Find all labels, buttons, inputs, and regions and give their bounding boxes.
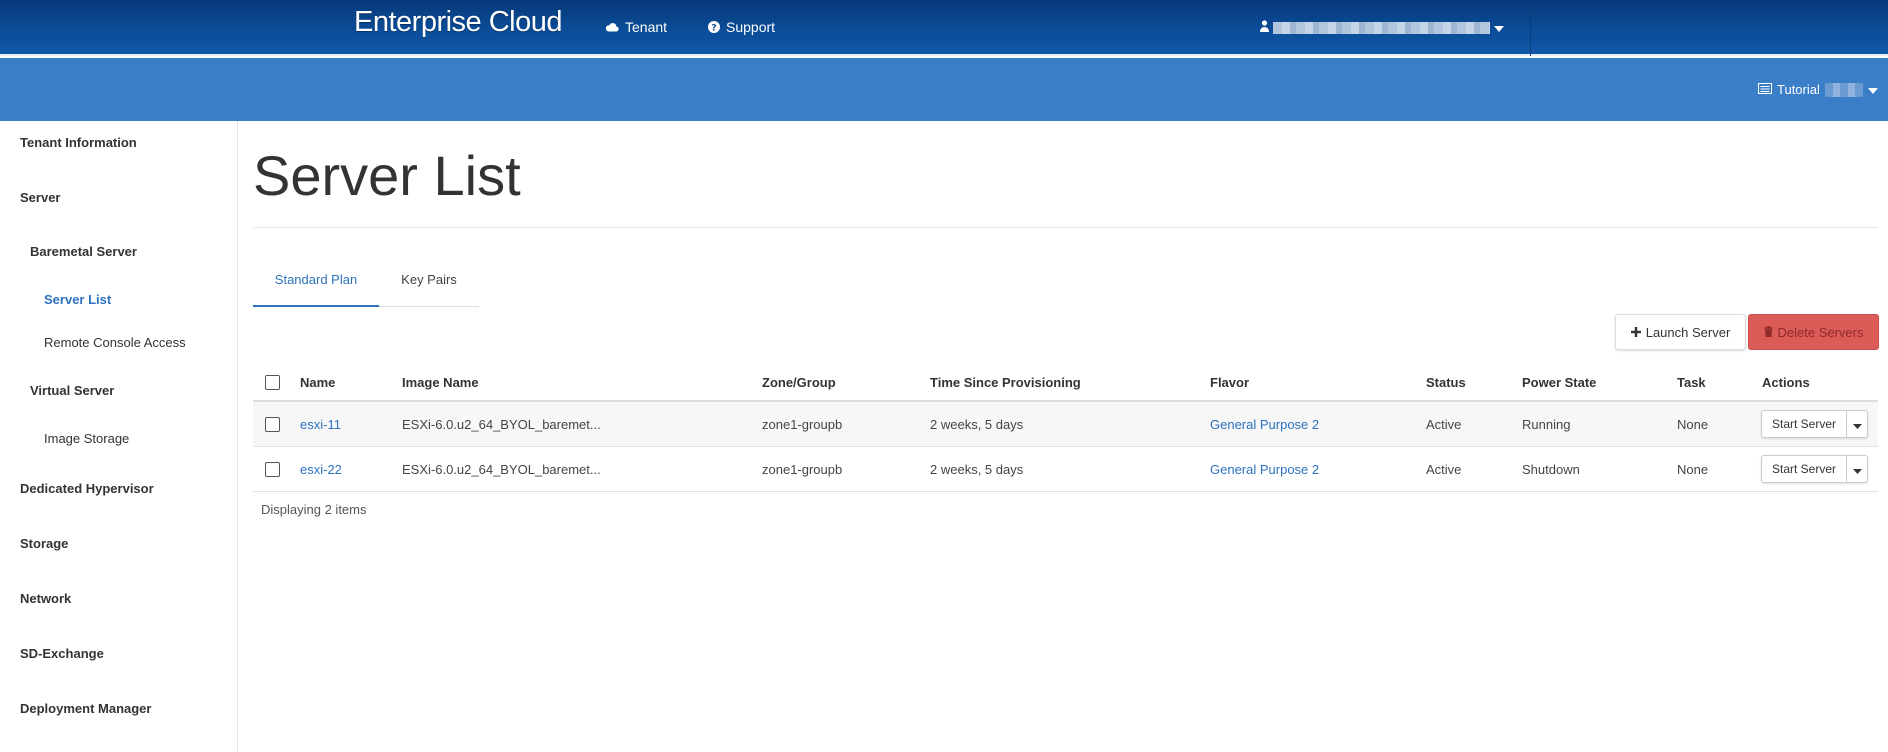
question-circle-icon: ? bbox=[708, 21, 720, 33]
zone-group-cell: zone1-groupb bbox=[762, 461, 843, 477]
sidebar-item-server-list[interactable]: Server List bbox=[44, 292, 111, 307]
column-header-power-state[interactable]: Power State bbox=[1522, 364, 1596, 400]
navbar-divider bbox=[1530, 0, 1531, 56]
sidebar-item-network[interactable]: Network bbox=[20, 591, 71, 606]
project-label: Tutorial bbox=[1777, 82, 1820, 97]
svg-text:?: ? bbox=[711, 23, 716, 33]
item-count-text: Displaying 2 items bbox=[261, 502, 367, 517]
sidebar-item-deployment-manager[interactable]: Deployment Manager bbox=[20, 701, 151, 716]
delete-servers-button[interactable]: Delete Servers bbox=[1748, 314, 1879, 350]
column-header-task[interactable]: Task bbox=[1677, 364, 1706, 400]
row-actions-dropdown-toggle[interactable] bbox=[1847, 411, 1867, 437]
top-navbar: Enterprise Cloud Tenant ? Support bbox=[0, 0, 1888, 56]
nav-support[interactable]: ? Support bbox=[708, 19, 775, 35]
start-server-button[interactable]: Start Server bbox=[1762, 411, 1848, 437]
column-header-flavor[interactable]: Flavor bbox=[1210, 364, 1249, 400]
sidebar-item-storage[interactable]: Storage bbox=[20, 536, 68, 551]
plus-icon bbox=[1630, 325, 1641, 340]
row-actions-split-button: Start Server bbox=[1761, 455, 1869, 483]
project-name-redacted bbox=[1824, 82, 1863, 97]
nav-support-label: Support bbox=[726, 19, 776, 35]
table-header-row: Name Image Name Zone/Group Time Since Pr… bbox=[253, 364, 1878, 402]
nav-tenant-label: Tenant bbox=[625, 19, 668, 35]
user-name-redacted bbox=[1273, 22, 1490, 34]
sidebar: Tenant Information Server Baremetal Serv… bbox=[0, 121, 238, 752]
project-bar: Tutorial bbox=[0, 58, 1888, 121]
status-cell: Active bbox=[1426, 416, 1462, 432]
delete-servers-label: Delete Servers bbox=[1777, 324, 1864, 340]
row-checkbox[interactable] bbox=[265, 416, 280, 432]
sidebar-item-sd-exchange[interactable]: SD-Exchange bbox=[20, 646, 104, 661]
task-cell: None bbox=[1677, 461, 1709, 477]
power-state-cell: Running bbox=[1522, 416, 1571, 432]
user-menu[interactable] bbox=[1260, 19, 1504, 37]
sidebar-item-virtual-server[interactable]: Virtual Server bbox=[30, 383, 114, 398]
row-actions-dropdown-toggle[interactable] bbox=[1847, 456, 1867, 482]
sidebar-item-baremetal-server[interactable]: Baremetal Server bbox=[30, 244, 137, 259]
column-header-name[interactable]: Name bbox=[300, 364, 335, 400]
table-row: esxi-11 ESXi-6.0.u2_64_BYOL_baremet... z… bbox=[253, 402, 1878, 447]
time-since-provisioning-cell: 2 weeks, 5 days bbox=[930, 416, 1024, 432]
select-all-checkbox[interactable] bbox=[265, 374, 280, 390]
chevron-down-icon bbox=[1867, 82, 1878, 97]
nav-tenant[interactable]: Tenant bbox=[605, 19, 667, 35]
sidebar-item-remote-console-access[interactable]: Remote Console Access bbox=[44, 335, 186, 350]
sidebar-item-image-storage[interactable]: Image Storage bbox=[44, 431, 129, 446]
tab-bar: Standard Plan Key Pairs bbox=[253, 271, 479, 307]
server-name-link[interactable]: esxi-22 bbox=[300, 447, 342, 491]
title-divider bbox=[253, 227, 1878, 228]
tab-key-pairs[interactable]: Key Pairs bbox=[379, 271, 479, 307]
cloud-icon bbox=[605, 22, 619, 32]
zone-group-cell: zone1-groupb bbox=[762, 416, 843, 432]
column-header-status[interactable]: Status bbox=[1426, 364, 1466, 400]
page-title: Server List bbox=[253, 144, 521, 207]
sidebar-item-server[interactable]: Server bbox=[20, 190, 60, 205]
task-cell: None bbox=[1677, 416, 1709, 432]
brand-logo[interactable]: Enterprise Cloud bbox=[354, 6, 563, 39]
image-name-cell: ESXi-6.0.u2_64_BYOL_baremet... bbox=[402, 461, 601, 477]
column-header-time-since-provisioning[interactable]: Time Since Provisioning bbox=[930, 364, 1081, 400]
time-since-provisioning-cell: 2 weeks, 5 days bbox=[930, 461, 1024, 477]
table-row: esxi-22 ESXi-6.0.u2_64_BYOL_baremet... z… bbox=[253, 447, 1878, 492]
status-cell: Active bbox=[1426, 461, 1462, 477]
trash-icon bbox=[1763, 325, 1773, 340]
list-icon bbox=[1758, 82, 1772, 97]
chevron-down-icon bbox=[1852, 417, 1862, 432]
server-name-link[interactable]: esxi-11 bbox=[300, 402, 341, 446]
launch-server-label: Launch Server bbox=[1645, 324, 1731, 340]
user-icon bbox=[1260, 19, 1269, 37]
launch-server-button[interactable]: Launch Server bbox=[1615, 314, 1746, 350]
sidebar-item-dedicated-hypervisor[interactable]: Dedicated Hypervisor bbox=[20, 481, 154, 496]
start-server-button[interactable]: Start Server bbox=[1762, 456, 1848, 482]
chevron-down-icon bbox=[1852, 462, 1862, 477]
row-checkbox[interactable] bbox=[265, 461, 280, 477]
tab-standard-plan[interactable]: Standard Plan bbox=[253, 271, 379, 307]
project-selector[interactable]: Tutorial bbox=[1758, 82, 1878, 97]
chevron-down-icon bbox=[1494, 19, 1504, 37]
row-actions-split-button: Start Server bbox=[1761, 410, 1869, 438]
column-header-image-name[interactable]: Image Name bbox=[402, 364, 479, 400]
column-header-actions: Actions bbox=[1762, 374, 1810, 390]
server-table: Name Image Name Zone/Group Time Since Pr… bbox=[253, 364, 1878, 492]
sidebar-item-tenant-information[interactable]: Tenant Information bbox=[20, 135, 137, 150]
flavor-link[interactable]: General Purpose 2 bbox=[1210, 447, 1319, 491]
image-name-cell: ESXi-6.0.u2_64_BYOL_baremet... bbox=[402, 416, 601, 432]
column-header-zone-group[interactable]: Zone/Group bbox=[762, 364, 836, 400]
flavor-link[interactable]: General Purpose 2 bbox=[1210, 402, 1319, 446]
power-state-cell: Shutdown bbox=[1522, 461, 1580, 477]
